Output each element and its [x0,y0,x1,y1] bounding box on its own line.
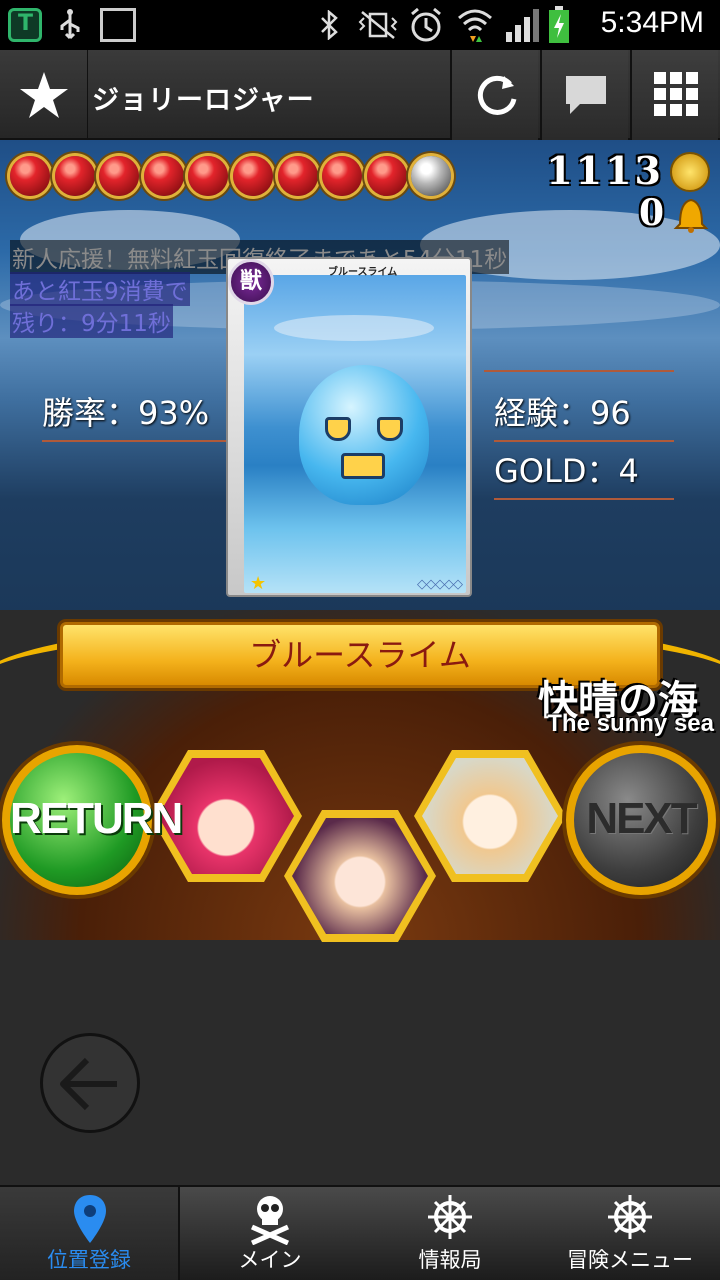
gold-stat: GOLD：4 [494,446,674,500]
game-view: 1113 0 新人応援！無料紅玉回復終了まであと54分11秒 あと紅玉9消費で … [0,140,720,1185]
map-pin-icon [74,1195,106,1243]
skull-icon [250,1196,290,1245]
experience-stat: 経験：96 [494,388,674,442]
app-notification-icon [8,8,42,42]
coin-icon [670,152,710,192]
favorite-button[interactable] [0,50,88,140]
bell-count: 0 [638,192,664,234]
tab-location-register[interactable]: 位置登録 [0,1187,180,1280]
tab-label: 冒険メニュー [567,1248,693,1272]
win-rate-stat: 勝率：93% [42,388,232,442]
battery-charging-icon [549,6,569,43]
ruby-orb-icon [277,156,318,196]
bottom-tab-bar: 位置登録 メイン 情報局 冒険メニュー [0,1185,720,1280]
bluetooth-icon [321,10,338,40]
ruby-orb-icon [143,156,184,196]
ship-wheel-icon [428,1195,472,1239]
bell-icon [673,198,709,233]
tab-info-bureau[interactable]: 情報局 [360,1187,540,1280]
tab-adventure-menu[interactable]: 冒険メニュー [540,1187,720,1280]
clock-time: 5:34PM [600,6,704,39]
arrow-left-icon [60,1057,117,1111]
ruby-orb-icon [99,156,140,196]
tab-main[interactable]: メイン [180,1187,360,1280]
monster-card[interactable]: ブルースライム 獣 ★ ◇◇◇◇◇ [226,257,472,597]
stat-divider [484,370,674,372]
card-artwork [244,275,466,593]
coin-count: 1113 [546,148,664,193]
notice-time-remaining: 残り：9分11秒 [10,304,173,338]
ruby-orb-icon [366,156,407,196]
back-button[interactable] [40,1033,140,1133]
card-level-gems: ◇◇◇◇◇ [417,577,463,592]
card-name: ブルースライム [328,267,398,278]
action-bar: ジョリーロジャー [0,50,720,140]
wifi-icon [458,9,492,42]
chat-icon [566,76,606,114]
rarity-star-icon: ★ [250,573,267,594]
ruby-orb-icon [233,156,273,196]
ship-wheel-icon [608,1195,652,1239]
star-icon [20,72,68,118]
return-button[interactable]: RETURN [2,745,183,895]
screenshot-icon [100,8,136,42]
signal-icon [506,9,539,42]
ruby-orb-icon [10,156,50,196]
tab-label: メイン [238,1248,302,1272]
vibrate-icon [358,11,398,39]
refresh-icon [477,75,517,115]
beast-type-badge: 獣 [228,259,274,305]
menu-grid-button[interactable] [630,50,718,140]
notice-ruby-remaining: あと紅玉9消費で [10,272,190,306]
page-title: ジョリーロジャー [92,85,315,116]
status-bar: 5:34PM [0,0,720,50]
ruby-orb-icon [322,156,363,196]
chat-button[interactable] [540,50,628,140]
next-button[interactable]: NEXT [566,745,716,895]
grid-icon [654,72,698,116]
usb-icon [60,9,80,40]
refresh-button[interactable] [450,50,538,140]
tab-label: 情報局 [418,1248,482,1272]
blue-slime-illustration [299,365,429,505]
tab-label: 位置登録 [47,1248,131,1272]
location-name-en: The sunny sea [547,710,714,737]
ruby-orb-icon [54,156,95,196]
alarm-icon [411,7,441,42]
